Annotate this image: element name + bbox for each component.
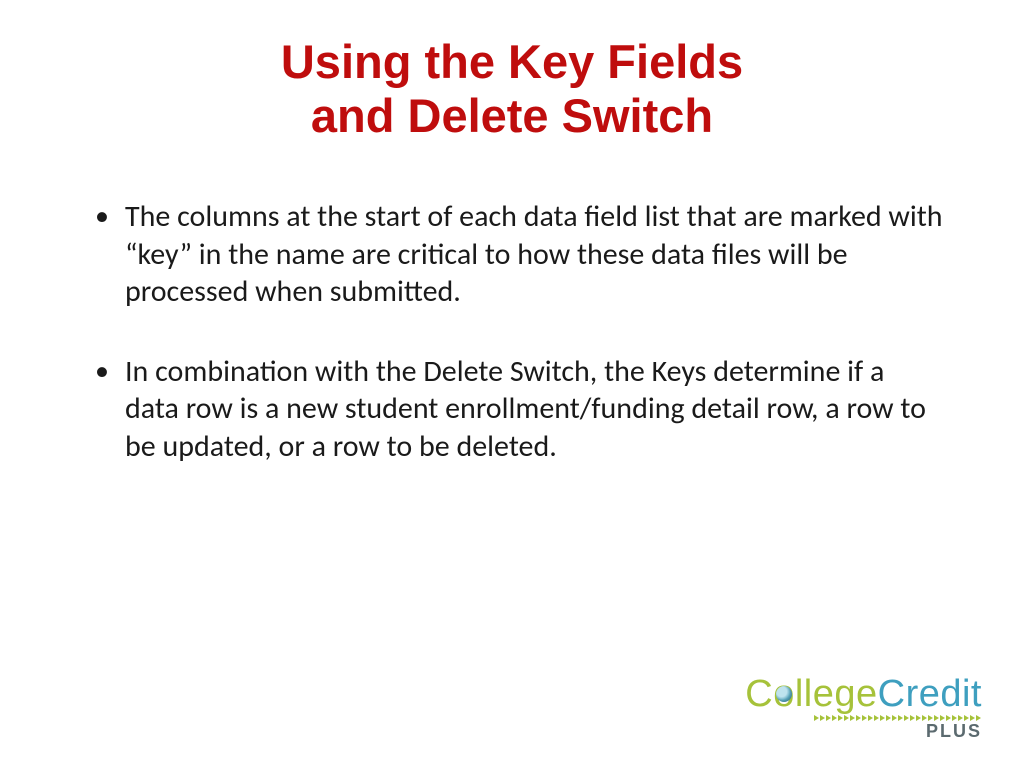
slide: Using the Key Fields and Delete Switch T…	[0, 0, 1024, 768]
logo-letter-c: C	[745, 673, 773, 715]
logo-main-text: CollegeCredit	[745, 675, 982, 713]
logo-text-llege: llege	[795, 673, 878, 715]
logo-text-credit: Credit	[878, 673, 982, 715]
list-item: In combination with the Delete Switch, t…	[125, 353, 954, 466]
logo-globe-icon: o	[773, 675, 795, 713]
slide-title: Using the Key Fields and Delete Switch	[100, 35, 924, 143]
bullet-list: The columns at the start of each data fi…	[70, 198, 954, 465]
list-item: The columns at the start of each data fi…	[125, 198, 954, 311]
logo-subline: PLUS	[814, 715, 982, 740]
logo-text-plus: PLUS	[926, 722, 982, 740]
college-credit-plus-logo: CollegeCredit PLUS	[745, 675, 982, 740]
title-line-1: Using the Key Fields	[281, 35, 743, 88]
title-line-2: and Delete Switch	[311, 89, 713, 142]
